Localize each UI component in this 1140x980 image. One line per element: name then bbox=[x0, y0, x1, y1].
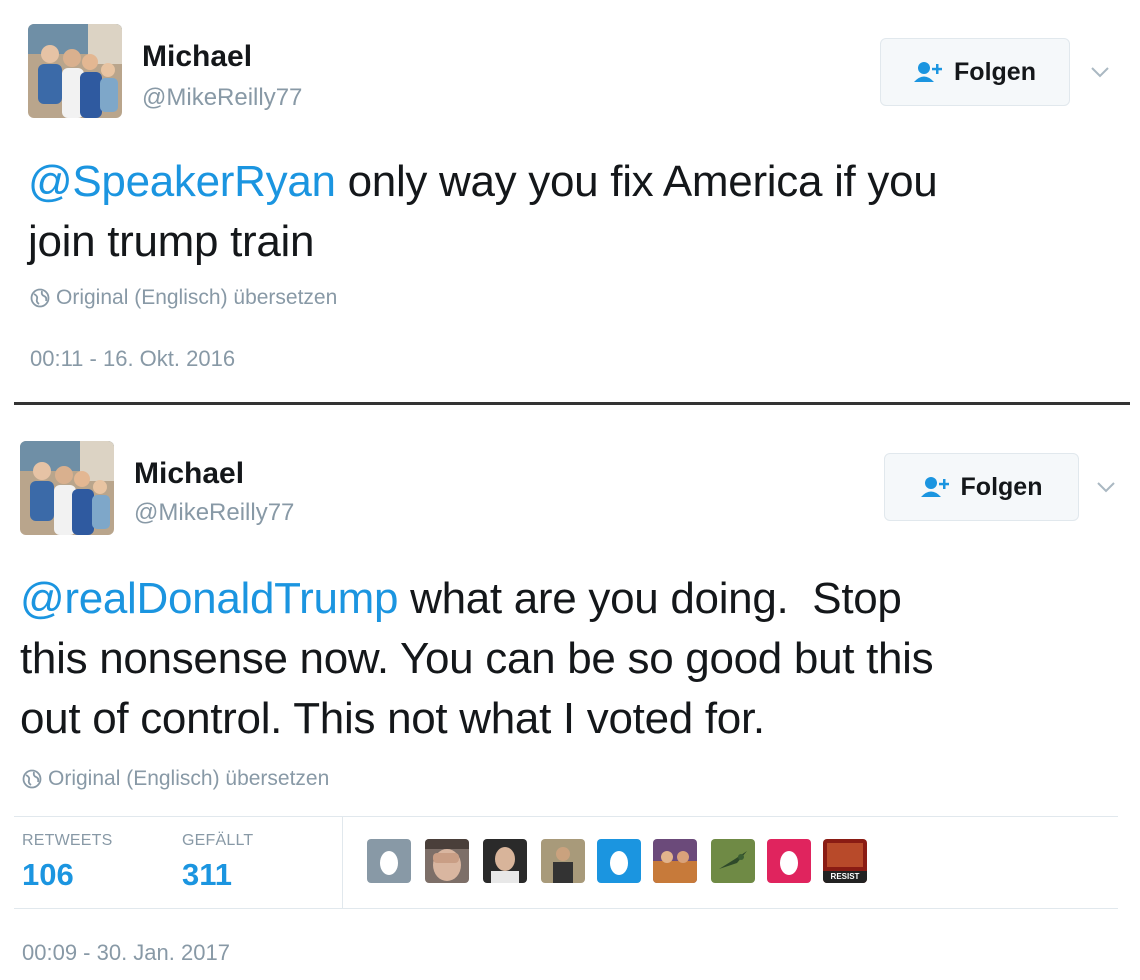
globe-icon bbox=[30, 288, 50, 308]
liker-avatar-person[interactable] bbox=[541, 839, 585, 883]
tweet-text-line: @realDonaldTrump what are you doing. Sto… bbox=[20, 569, 1120, 629]
tweet-text-line: @SpeakerRyan only way you fix America if… bbox=[28, 152, 1118, 212]
translate-link[interactable]: Original (Englisch) übersetzen bbox=[22, 767, 329, 791]
liker-avatar-egg-gray[interactable] bbox=[367, 839, 411, 883]
follow-label: Folgen bbox=[960, 472, 1043, 501]
tweet-text-line: out of control. This not what I voted fo… bbox=[20, 694, 765, 743]
resist-badge-text: RESIST bbox=[830, 872, 860, 881]
author-name[interactable]: Michael bbox=[142, 40, 252, 74]
avatar-photo bbox=[20, 441, 114, 535]
translate-label: Original (Englisch) übersetzen bbox=[56, 286, 338, 309]
translate-link[interactable]: Original (Englisch) übersetzen bbox=[30, 286, 337, 310]
translate-label: Original (Englisch) übersetzen bbox=[48, 767, 330, 790]
add-user-icon bbox=[914, 61, 944, 83]
tweet-timestamp[interactable]: 00:09 - 30. Jan. 2017 bbox=[22, 940, 230, 966]
stats-top-border bbox=[14, 816, 1118, 817]
liker-avatar-hummingbird[interactable] bbox=[711, 839, 755, 883]
tweet-2: Michael @MikeReilly77 Folgen @realDonald… bbox=[0, 405, 1140, 980]
likes-count[interactable]: 311 bbox=[182, 857, 232, 893]
mention-link[interactable]: @realDonaldTrump bbox=[20, 574, 398, 623]
tweet-text-line: this nonsense now. You can be so good bu… bbox=[20, 634, 934, 683]
avatar-photo bbox=[28, 24, 122, 118]
retweets-count[interactable]: 106 bbox=[22, 857, 74, 893]
author-handle[interactable]: @MikeReilly77 bbox=[142, 84, 302, 112]
tweet-text-segment: only way you fix America if you bbox=[335, 157, 938, 206]
tweet-timestamp[interactable]: 00:11 - 16. Okt. 2016 bbox=[30, 346, 235, 372]
globe-icon bbox=[22, 769, 42, 789]
liker-avatar-egg-blue[interactable] bbox=[597, 839, 641, 883]
liker-avatar-resist[interactable]: RESIST bbox=[823, 839, 867, 883]
tweet-text: @SpeakerRyan only way you fix America if… bbox=[28, 152, 1118, 272]
follow-button[interactable]: Folgen bbox=[880, 38, 1070, 106]
stats-separator bbox=[342, 817, 343, 908]
profile-avatar[interactable] bbox=[28, 24, 122, 118]
profile-avatar[interactable] bbox=[20, 441, 114, 535]
likes-label: GEFÄLLT bbox=[182, 832, 254, 849]
follow-button[interactable]: Folgen bbox=[884, 453, 1079, 521]
author-handle[interactable]: @MikeReilly77 bbox=[134, 499, 294, 527]
retweets-label: RETWEETS bbox=[22, 832, 113, 849]
add-user-icon bbox=[920, 476, 951, 498]
tweet-text-line: join trump train bbox=[28, 217, 315, 266]
chevron-down-icon[interactable] bbox=[1086, 58, 1114, 86]
liker-avatar-facepalm[interactable] bbox=[425, 839, 469, 883]
mention-link[interactable]: @SpeakerRyan bbox=[28, 157, 336, 206]
liker-avatar-man[interactable] bbox=[483, 839, 527, 883]
tweet-1: Michael @MikeReilly77 Folgen @SpeakerRya… bbox=[0, 0, 1140, 400]
follow-label: Folgen bbox=[954, 57, 1036, 86]
tweet-text-segment: what are you doing. Stop bbox=[398, 574, 902, 623]
author-name[interactable]: Michael bbox=[134, 457, 244, 491]
liker-avatar-group[interactable] bbox=[653, 839, 697, 883]
liker-avatar-egg-pink[interactable] bbox=[767, 839, 811, 883]
chevron-down-icon[interactable] bbox=[1092, 473, 1120, 501]
stats-bottom-border bbox=[14, 908, 1118, 909]
tweet-text: @realDonaldTrump what are you doing. Sto… bbox=[20, 569, 1120, 749]
